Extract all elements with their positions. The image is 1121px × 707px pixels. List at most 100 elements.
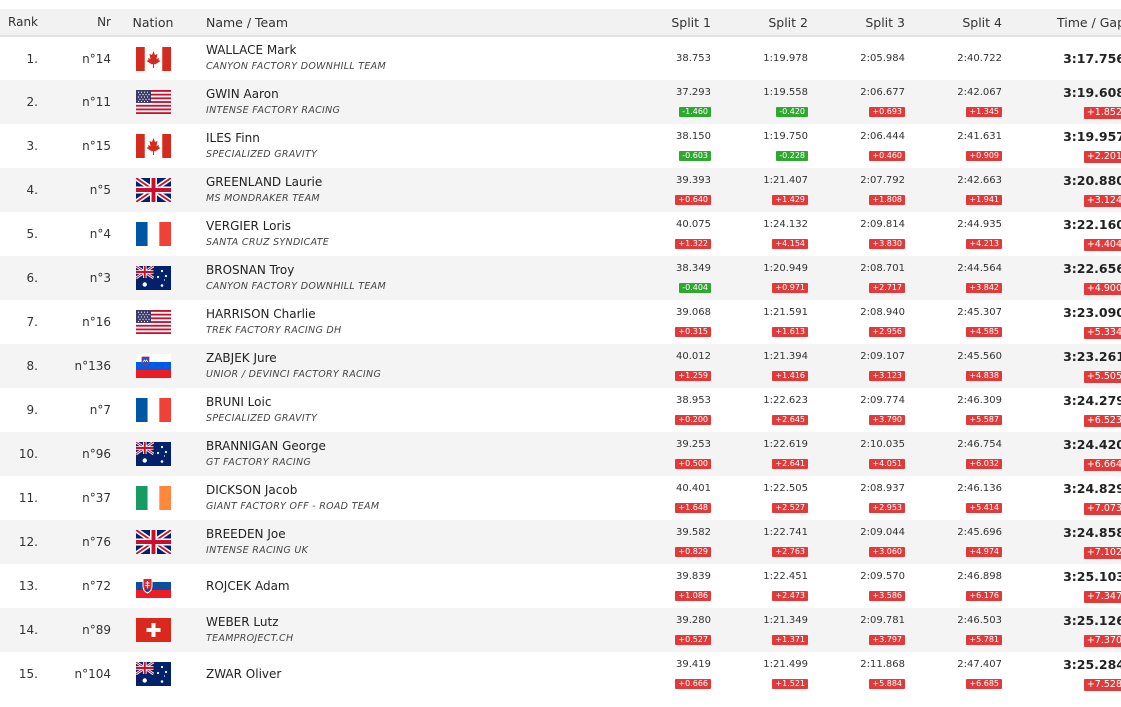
rider-name[interactable]: BRUNI Loic xyxy=(206,395,614,410)
table-row[interactable]: 12. n°76 BREEDEN Joe INTENSE RACING UK 39.58… xyxy=(0,520,1121,564)
finish-gap-badge: +4.900 xyxy=(1083,283,1121,295)
finish-gap-badge: +7.102 xyxy=(1083,547,1121,559)
rider-name[interactable]: VERGIER Loris xyxy=(206,219,614,234)
split-time: 2:44.564 xyxy=(957,262,1002,274)
finish-time: 3:23.090 xyxy=(1063,305,1121,320)
rider-name[interactable]: WEBER Lutz xyxy=(206,615,614,630)
table-row[interactable]: 9. n°7 BRUNI Loic SPECIALIZED GRAVITY 38.953… xyxy=(0,388,1121,432)
rider-name[interactable]: ZABJEK Jure xyxy=(206,351,614,366)
bib-number-cell: n°15 xyxy=(82,139,111,153)
table-row[interactable]: 10. n°96 BRANNIGAN George GT FACTORY RACING… xyxy=(0,432,1121,476)
split-time: 2:45.560 xyxy=(957,350,1002,362)
rider-name[interactable]: BREEDEN Joe xyxy=(206,527,614,542)
rider-name[interactable]: WALLACE Mark xyxy=(206,43,614,58)
split-time: 2:08.701 xyxy=(860,262,905,274)
split-time: 2:08.937 xyxy=(860,482,905,494)
name-team-cell: DICKSON Jacob GIANT FACTORY OFF - ROAD TE… xyxy=(195,476,614,520)
rider-name[interactable]: DICKSON Jacob xyxy=(206,483,614,498)
split-time: 2:47.407 xyxy=(957,658,1002,670)
table-row[interactable]: 5. n°4 VERGIER Loris SANTA CRUZ SYNDICATE 40… xyxy=(0,212,1121,256)
split-1-cell: 39.068 +0.315 xyxy=(614,300,711,344)
header-split1[interactable]: Split 1 xyxy=(614,9,711,37)
rider-name[interactable]: ROJCEK Adam xyxy=(206,579,614,594)
rider-name[interactable]: GREENLAND Laurie xyxy=(206,175,614,190)
split-2-cell: 1:21.394 +1.416 xyxy=(711,344,808,388)
table-row[interactable]: 6. n°3 BROSNAN Troy CANYON FACTORY DOWNHILL… xyxy=(0,256,1121,300)
table-row[interactable]: 3. n°15 ILES Finn SPECIALIZED GRAVITY 38.150… xyxy=(0,124,1121,168)
finish-time: 3:19.608 xyxy=(1063,85,1121,100)
table-row[interactable]: 14. n°89 WEBER Lutz TEAMPROJECT.CH 39.280 +0.… xyxy=(0,608,1121,652)
split-3-cell: 2:09.107 +3.123 xyxy=(808,344,905,388)
switzerland-flag-icon xyxy=(135,618,171,642)
finish-gap-badge: +3.124 xyxy=(1083,195,1121,207)
nation-cell xyxy=(111,124,195,168)
split-gap-badge: +3.060 xyxy=(869,546,905,557)
rank-cell: 12. xyxy=(18,535,38,549)
rank-cell: 4. xyxy=(26,183,38,197)
split-2-cell: 1:19.978 xyxy=(711,36,808,80)
rider-name[interactable]: ILES Finn xyxy=(206,131,614,146)
split-time: 1:21.394 xyxy=(763,350,808,362)
bib-number-cell: n°16 xyxy=(82,315,111,329)
header-nation[interactable]: Nation xyxy=(111,9,195,37)
nation-cell xyxy=(111,344,195,388)
split-time: 2:44.935 xyxy=(957,218,1002,230)
split-gap-badge: -0.603 xyxy=(679,150,711,161)
rider-name[interactable]: BRANNIGAN George xyxy=(206,439,614,454)
name-team-cell: VERGIER Loris SANTA CRUZ SYNDICATE xyxy=(195,212,614,256)
team-name: MS MONDRAKER TEAM xyxy=(206,192,320,204)
bib-number-cell: n°11 xyxy=(82,95,111,109)
bib-number-cell: n°136 xyxy=(74,359,111,373)
header-rank[interactable]: Rank xyxy=(0,9,38,37)
split-gap-badge: +1.322 xyxy=(675,238,711,249)
header-split3[interactable]: Split 3 xyxy=(808,9,905,37)
split-gap-badge: +1.648 xyxy=(675,502,711,513)
header-time-gap[interactable]: Time / Gap xyxy=(1002,9,1121,37)
header-name-team[interactable]: Name / Team xyxy=(195,9,614,37)
split-time: 2:06.677 xyxy=(860,86,905,98)
split-time: 2:06.444 xyxy=(860,130,905,142)
table-row[interactable]: 15. n°104 ZWAR Oliver 39.419 +0.666 1:21.499 +… xyxy=(0,652,1121,696)
table-row[interactable]: 13. n°72 ROJCEK Adam 39.839 +1.086 1:22.451 +2… xyxy=(0,564,1121,608)
france-flag-icon xyxy=(135,398,171,422)
nation-cell xyxy=(111,476,195,520)
table-row[interactable]: 1. n°14 WALLACE Mark CANYON FACTORY DOWNHIL… xyxy=(0,36,1121,80)
split-gap-badge: +1.429 xyxy=(772,194,808,205)
name-team-cell: ILES Finn SPECIALIZED GRAVITY xyxy=(195,124,614,168)
split-1-cell: 40.075 +1.322 xyxy=(614,212,711,256)
name-team-cell: GWIN Aaron INTENSE FACTORY RACING xyxy=(195,80,614,124)
split-3-cell: 2:09.781 +3.797 xyxy=(808,608,905,652)
rider-name[interactable]: BROSNAN Troy xyxy=(206,263,614,278)
name-team-cell: ZABJEK Jure UNIOR / DEVINCI FACTORY RACIN… xyxy=(195,344,614,388)
rank-cell: 11. xyxy=(18,491,38,505)
header-row: Rank Nr Nation Name / Team Split 1 Split… xyxy=(0,9,1121,37)
nation-cell xyxy=(111,388,195,432)
nation-cell xyxy=(111,520,195,564)
rank-cell: 3. xyxy=(26,139,38,153)
header-nr[interactable]: Nr xyxy=(38,9,111,37)
rider-name[interactable]: HARRISON Charlie xyxy=(206,307,614,322)
finish-gap-badge: +7.073 xyxy=(1083,503,1121,515)
table-row[interactable]: 4. n°5 GREENLAND Laurie MS MONDRAKER TEAM 39… xyxy=(0,168,1121,212)
table-row[interactable]: 2. n°11 GWIN Aaron INTENSE FACTORY RACING 37… xyxy=(0,80,1121,124)
header-split4[interactable]: Split 4 xyxy=(905,9,1002,37)
rider-name[interactable]: GWIN Aaron xyxy=(206,87,614,102)
table-row[interactable]: 7. n°16 HARRISON Charlie TREK FACTORY RACIN… xyxy=(0,300,1121,344)
rank-cell: 1. xyxy=(26,51,38,66)
split-4-cell: 2:42.663 +1.941 xyxy=(905,168,1002,212)
split-gap-badge: +5.587 xyxy=(966,414,1002,425)
rider-name[interactable]: ZWAR Oliver xyxy=(206,667,614,682)
split-gap-badge: +1.086 xyxy=(675,590,711,601)
finish-gap-badge: +7.347 xyxy=(1083,591,1121,603)
split-gap-badge: +1.371 xyxy=(772,634,808,645)
split-gap-badge: +0.693 xyxy=(869,106,905,117)
header-split2[interactable]: Split 2 xyxy=(711,9,808,37)
bib-number-cell: n°89 xyxy=(82,623,111,637)
split-1-cell: 40.012 +1.259 xyxy=(614,344,711,388)
table-row[interactable]: 11. n°37 DICKSON Jacob GIANT FACTORY OFF - … xyxy=(0,476,1121,520)
split-time: 2:09.044 xyxy=(860,526,905,538)
table-row[interactable]: 8. n°136 ZABJEK Jure UNIOR / DEVINCI FACTOR… xyxy=(0,344,1121,388)
split-time: 38.953 xyxy=(676,394,711,406)
split-time: 1:22.451 xyxy=(763,570,808,582)
split-2-cell: 1:21.407 +1.429 xyxy=(711,168,808,212)
